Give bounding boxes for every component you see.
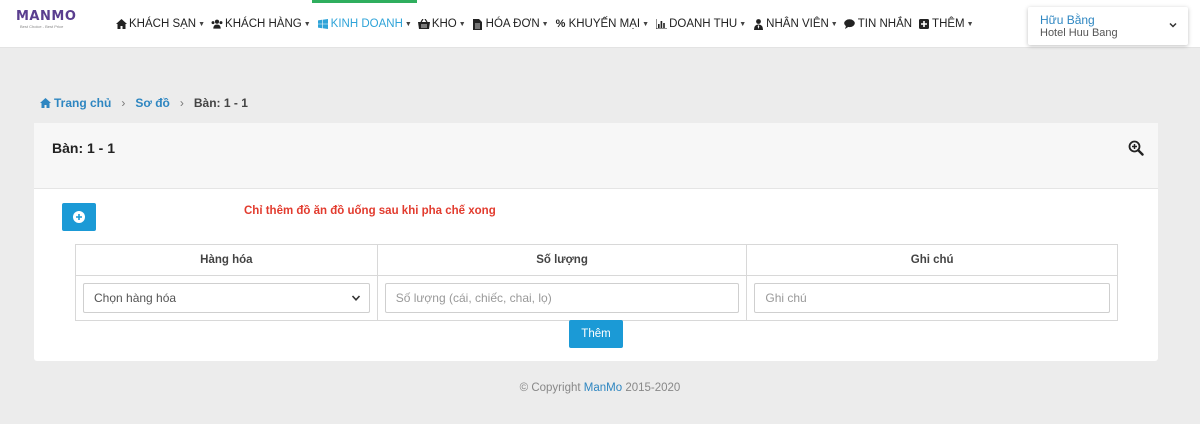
nav-label: THÊM <box>932 18 965 30</box>
nav-label: HÓA ĐƠN <box>485 18 540 30</box>
user-account-dropdown[interactable]: Hữu Bằng Hotel Huu Bang <box>1028 7 1188 45</box>
logo-tagline: Best Choice - Best Price <box>20 24 64 29</box>
nav-label: KHO <box>431 18 457 30</box>
product-select-value: Chọn hàng hóa <box>83 283 370 313</box>
nav-item-doanh-thu[interactable]: DOANH THU ▼ <box>652 0 749 48</box>
breadcrumb-current: Bàn: 1 - 1 <box>193 96 248 110</box>
home-icon <box>40 98 51 108</box>
note-cell: Ghi chú <box>746 275 1118 321</box>
plus-square-icon <box>918 18 930 30</box>
home-icon <box>115 18 127 30</box>
note-input[interactable]: Ghi chú <box>754 283 1110 313</box>
column-header-quantity: Số lượng <box>376 244 748 276</box>
basket-icon <box>417 18 430 30</box>
quantity-cell: Số lượng (cái, chiếc, chai, lọ) <box>376 275 748 321</box>
comment-icon <box>844 18 856 30</box>
add-row-button[interactable] <box>62 203 96 231</box>
breadcrumb-separator: › <box>121 96 126 110</box>
chevron-down-icon: ▼ <box>198 20 206 28</box>
user-name: Hữu Bằng <box>1040 13 1095 27</box>
footer-brand-link[interactable]: ManMo <box>584 382 622 394</box>
column-header-product: Hàng hóa <box>75 244 378 276</box>
copyright-prefix: © Copyright <box>519 382 584 394</box>
breadcrumb: Trang chủ › Sơ đồ › Bàn: 1 - 1 <box>34 84 1158 122</box>
column-header-note: Ghi chú <box>746 244 1118 276</box>
nav-item-khach-hang[interactable]: KHÁCH HÀNG ▼ <box>208 0 314 48</box>
top-navbar: MANMO Best Choice - Best Price KHÁCH SẠN… <box>0 0 1200 48</box>
breadcrumb-home-label: Trang chủ <box>54 96 112 110</box>
table-header-row: Hàng hóa Số lượng Ghi chú <box>75 244 1118 276</box>
chevron-down-icon: ▼ <box>830 20 838 28</box>
order-items-table: Hàng hóa Số lượng Ghi chú Chọn hàng hóa … <box>75 244 1118 321</box>
notice-text: Chỉ thêm đồ ăn đồ uống sau khi pha chế x… <box>244 205 496 217</box>
card-header: Bàn: 1 - 1 <box>34 123 1158 189</box>
product-cell: Chọn hàng hóa <box>75 275 378 321</box>
nav-item-nhan-vien[interactable]: NHÂN VIÊN ▼ <box>749 0 841 48</box>
copyright-years: 2015-2020 <box>622 382 681 394</box>
product-select[interactable]: Chọn hàng hóa <box>83 283 370 313</box>
main-nav: KHÁCH SẠN ▼ KHÁCH HÀNG ▼ KINH DOANH ▼ KHO ▼ … <box>112 0 977 48</box>
brand-logo[interactable]: MANMO Best Choice - Best Price <box>16 10 86 34</box>
breadcrumb-map-link[interactable]: Sơ đồ <box>135 96 170 110</box>
user-tie-icon <box>752 18 764 30</box>
nav-item-kinh-doanh[interactable]: KINH DOANH ▼ <box>311 0 417 48</box>
chevron-down-icon: ▼ <box>404 20 412 28</box>
nav-item-hoa-don[interactable]: HÓA ĐƠN ▼ <box>469 0 552 48</box>
windows-icon <box>317 18 329 30</box>
chevron-down-icon: ▼ <box>739 20 747 28</box>
quantity-input[interactable]: Số lượng (cái, chiếc, chai, lọ) <box>384 283 740 313</box>
chevron-down-icon <box>351 295 360 301</box>
nav-label: KINH DOANH <box>330 18 403 30</box>
user-hotel: Hotel Huu Bang <box>1040 27 1118 39</box>
nav-label: TIN NHẮN <box>857 18 913 30</box>
nav-label: KHÁCH SẠN <box>129 18 197 30</box>
nav-item-tin-nhan[interactable]: TIN NHẮN <box>841 0 915 48</box>
file-icon <box>472 18 484 30</box>
add-item-submit-button[interactable]: Thêm <box>569 320 623 348</box>
nav-item-them[interactable]: THÊM ▼ <box>915 0 977 48</box>
chevron-down-icon <box>1169 22 1177 28</box>
chevron-down-icon: ▼ <box>458 20 466 28</box>
chevron-down-icon: ▼ <box>642 20 650 28</box>
footer-copyright: © Copyright ManMo 2015-2020 <box>0 382 1200 394</box>
nav-item-khuyen-mai[interactable]: % KHUYẾN MẠI ▼ <box>552 0 653 48</box>
chevron-down-icon: ▼ <box>303 20 311 28</box>
nav-item-khach-san[interactable]: KHÁCH SẠN ▼ <box>112 0 208 48</box>
nav-label: KHUYẾN MẠI <box>568 18 641 30</box>
nav-label: DOANH THU <box>669 18 738 30</box>
breadcrumb-home-link[interactable]: Trang chủ <box>40 96 111 110</box>
chevron-down-icon: ▼ <box>966 20 974 28</box>
breadcrumb-separator: › <box>179 96 184 110</box>
logo-text: MANMO <box>16 9 77 24</box>
bar-chart-icon <box>655 18 667 30</box>
users-icon <box>211 18 223 30</box>
order-card: Bàn: 1 - 1 Chỉ thêm đồ ăn đồ uống sau kh… <box>34 123 1158 361</box>
table-row: Chọn hàng hóa Số lượng (cái, chiếc, chai… <box>75 275 1118 321</box>
percent-icon: % <box>555 18 566 30</box>
nav-item-kho[interactable]: KHO ▼ <box>415 0 469 48</box>
page-title: Bàn: 1 - 1 <box>52 140 116 156</box>
nav-label: KHÁCH HÀNG <box>225 18 302 30</box>
chevron-down-icon: ▼ <box>541 20 549 28</box>
zoom-in-icon[interactable] <box>1128 140 1144 156</box>
nav-label: NHÂN VIÊN <box>766 18 829 30</box>
plus-circle-icon <box>73 211 85 223</box>
